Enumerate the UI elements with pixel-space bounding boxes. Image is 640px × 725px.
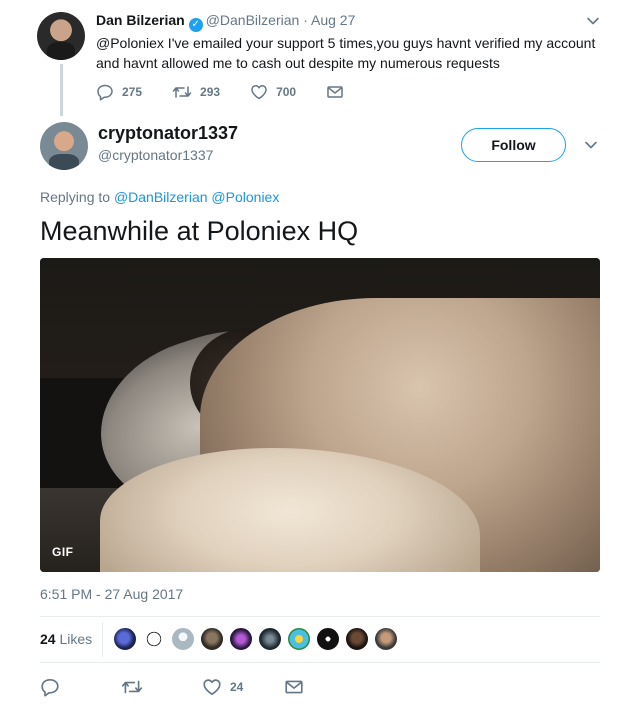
timestamp[interactable]: Aug 27: [311, 12, 355, 28]
replying-to: Replying to @DanBilzerian @Poloniex: [40, 189, 279, 205]
likes-label: Likes: [59, 631, 93, 647]
reply-button[interactable]: [40, 677, 121, 697]
handle[interactable]: @cryptonator1337: [98, 147, 213, 163]
like-count: 700: [276, 85, 297, 99]
likes-link[interactable]: 24 Likes: [40, 631, 92, 647]
display-name[interactable]: cryptonator1337: [98, 123, 238, 144]
reply-button[interactable]: 275: [96, 83, 142, 101]
retweet-count: 293: [200, 85, 221, 99]
avatar[interactable]: [113, 627, 137, 651]
message-button[interactable]: [284, 677, 312, 697]
avatar[interactable]: [200, 627, 224, 651]
tweet-text: @Poloniex I've emailed your support 5 ti…: [96, 35, 596, 71]
divider: [40, 662, 600, 663]
chevron-down-icon[interactable]: [586, 14, 600, 28]
tweet-header: Dan Bilzerian ✓ @DanBilzerian · Aug 27: [96, 12, 355, 32]
avatar[interactable]: [316, 627, 340, 651]
like-count: 24: [230, 680, 244, 694]
avatar[interactable]: [37, 12, 85, 60]
replying-label: Replying to: [40, 189, 111, 205]
retweet-button[interactable]: 293: [172, 83, 220, 101]
like-icon: [251, 85, 267, 100]
tweet-actions: 275 293 700: [96, 82, 382, 102]
avatar[interactable]: [171, 627, 195, 651]
reply-icon: [41, 678, 59, 697]
gif-media[interactable]: GIF: [40, 258, 600, 572]
thread-connector: [60, 64, 63, 116]
handle[interactable]: @DanBilzerian: [206, 12, 300, 28]
tweet-text: Meanwhile at Poloniex HQ: [40, 216, 359, 246]
mention-link[interactable]: @DanBilzerian: [114, 189, 208, 205]
divider: [102, 622, 103, 657]
retweet-icon: [172, 86, 192, 98]
like-button[interactable]: 700: [250, 83, 296, 101]
verified-icon: ✓: [188, 18, 203, 32]
avatar[interactable]: [287, 627, 311, 651]
avatar[interactable]: [345, 627, 369, 651]
message-icon: [327, 86, 343, 98]
tweet-actions: 24: [40, 677, 312, 697]
like-icon: [203, 679, 221, 696]
avatar[interactable]: [258, 627, 282, 651]
reply-icon: [97, 84, 113, 101]
liker-avatars: [113, 627, 403, 651]
parent-tweet[interactable]: Dan Bilzerian ✓ @DanBilzerian · Aug 27 @Po…: [0, 0, 640, 118]
avatar[interactable]: [142, 627, 166, 651]
display-name[interactable]: Dan Bilzerian: [96, 12, 185, 28]
mention-link[interactable]: @Poloniex: [211, 189, 279, 205]
likes-number: 24: [40, 631, 56, 647]
message-icon: [285, 680, 303, 694]
retweet-button[interactable]: [121, 677, 202, 697]
message-button[interactable]: [326, 83, 352, 101]
reply-count: 275: [122, 85, 143, 99]
follow-button[interactable]: Follow: [461, 128, 566, 162]
separator: ·: [303, 12, 308, 28]
tweet-timestamp[interactable]: 6:51 PM - 27 Aug 2017: [40, 586, 183, 602]
avatar[interactable]: [229, 627, 253, 651]
like-button[interactable]: 24: [202, 677, 284, 697]
likes-summary: 24 Likes: [40, 617, 600, 662]
retweet-icon: [121, 680, 143, 694]
avatar[interactable]: [40, 122, 88, 170]
gif-badge: GIF: [52, 545, 74, 559]
chevron-down-icon[interactable]: [584, 138, 598, 152]
avatar[interactable]: [374, 627, 398, 651]
